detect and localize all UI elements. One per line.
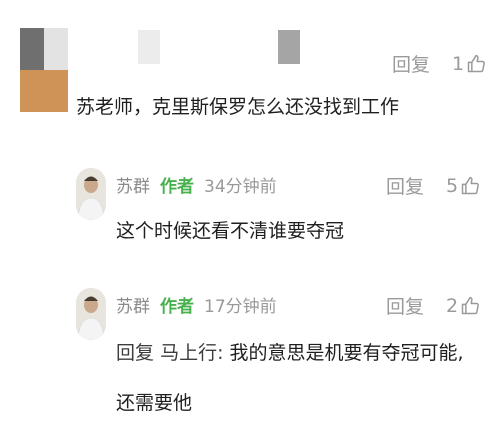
author-badge: 作者 (160, 297, 194, 317)
like-count: 5 (446, 174, 459, 197)
reply-button[interactable]: 回复 (386, 292, 424, 319)
reply-text: 回复 马上行: 我的意思是机要有夺冠可能, (116, 334, 464, 372)
reply-text: 这个时候还看不清谁要夺冠 (116, 220, 345, 242)
reply-author-line: 苏群 作者 17分钟前 (116, 292, 277, 317)
thumbs-up-icon[interactable] (460, 176, 480, 196)
timestamp: 34分钟前 (204, 177, 277, 197)
avatar-mosaic-tile (20, 70, 68, 112)
mosaic-block (278, 30, 300, 64)
like-count: 1 (452, 52, 465, 75)
author-name[interactable]: 苏群 (116, 172, 150, 197)
reply-author-line: 苏群 作者 34分钟前 (116, 172, 277, 197)
mosaic-block (138, 30, 160, 64)
person-portrait-icon (76, 168, 106, 220)
author-avatar[interactable] (76, 288, 106, 340)
reply-button[interactable]: 回复 (386, 172, 424, 199)
author-badge: 作者 (160, 177, 194, 197)
person-portrait-icon (76, 288, 106, 340)
avatar-mosaic-tile (20, 28, 44, 70)
comment-text: 苏老师，克里斯保罗怎么还没找到工作 (76, 96, 400, 118)
author-avatar[interactable] (76, 168, 106, 220)
reply-text-line: 还需要他 (116, 392, 193, 414)
thumbs-up-icon[interactable] (466, 54, 486, 74)
like-count: 2 (446, 294, 459, 317)
top-comment-actions: 回复 1 (392, 50, 486, 77)
reply-prefix: 回复 (116, 342, 155, 364)
thumbs-up-icon[interactable] (460, 296, 480, 316)
reply-button[interactable]: 回复 (392, 50, 430, 77)
timestamp: 17分钟前 (204, 297, 277, 317)
author-name[interactable]: 苏群 (116, 292, 150, 317)
reply-text-line: 我的意思是机要有夺冠可能, (229, 342, 464, 364)
mention[interactable]: 马上行: (160, 342, 223, 364)
commenter-avatar[interactable] (20, 28, 68, 112)
reply-actions: 回复 2 (386, 292, 480, 319)
avatar-mosaic-tile (44, 28, 68, 70)
reply-actions: 回复 5 (386, 172, 480, 199)
